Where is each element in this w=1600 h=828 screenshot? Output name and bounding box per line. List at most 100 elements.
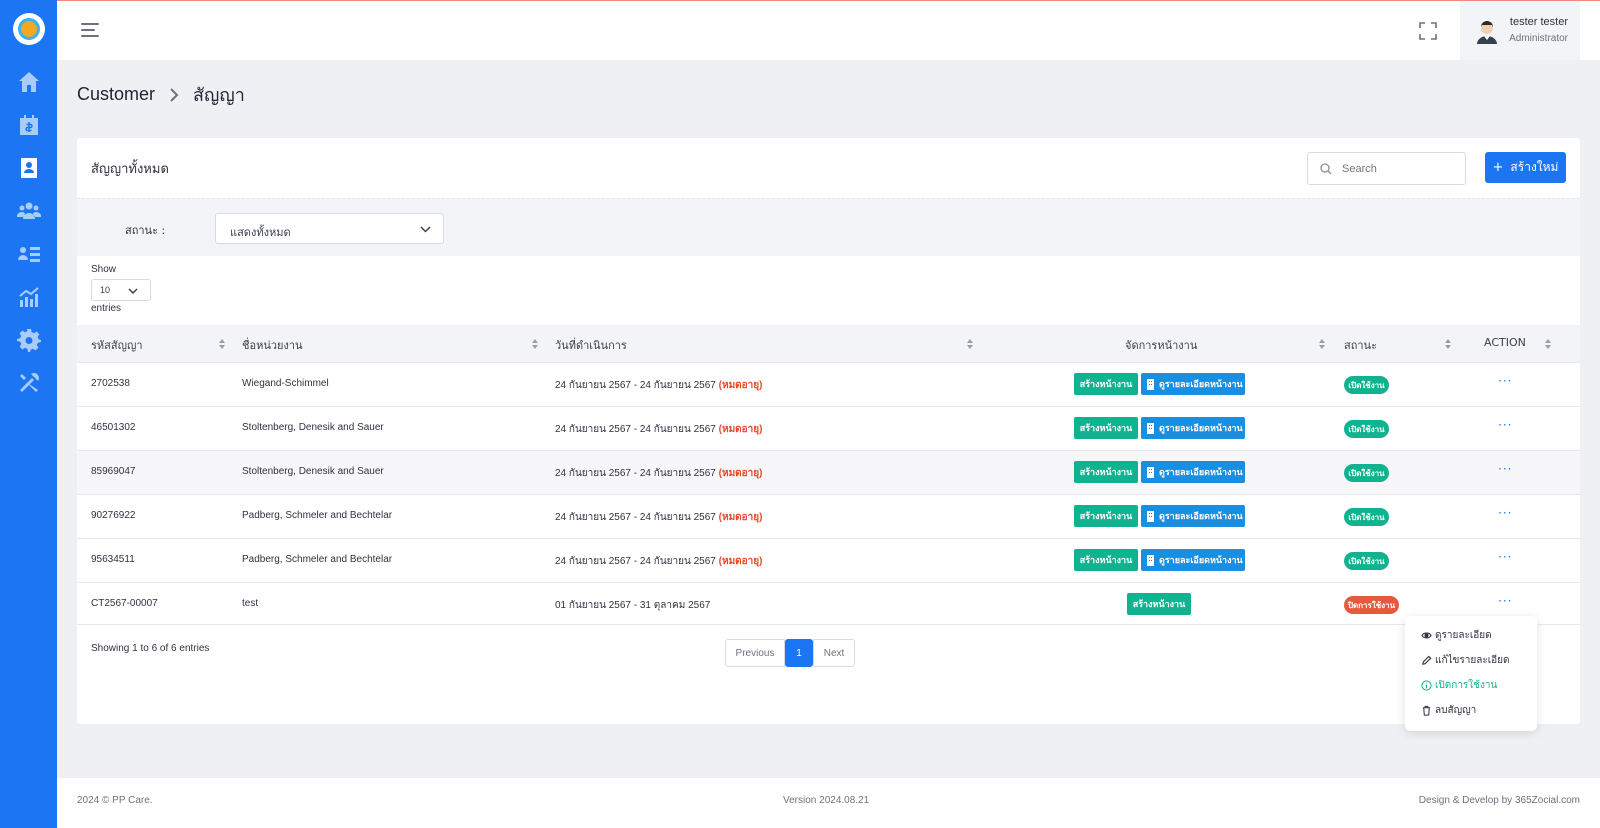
sidebar [0,0,57,828]
user-list-icon[interactable] [0,232,57,275]
page-size-select[interactable]: 10 [91,279,151,301]
table-header: รหัสสัญญา ชื่อหน่วยงาน วันที่ดำเนินการ จ… [77,325,1580,362]
view-page-details-button[interactable]: ดูรายละเอียดหน้างาน [1141,505,1245,527]
contract-code: 90276922 [91,510,136,521]
eye-icon [1421,632,1432,639]
column-header-code[interactable]: รหัสสัญญา [91,336,143,354]
entries-info: Showing 1 to 6 of 6 entries [91,643,210,654]
gear-icon[interactable] [0,318,57,361]
expired-label: (หมดอายุ) [718,424,763,435]
breadcrumb-current: สัญญา [193,85,245,105]
more-actions-icon[interactable]: ··· [1498,594,1512,608]
menu-enable[interactable]: เปิดการใช้งาน [1421,678,1497,693]
menu-toggle-icon[interactable] [81,23,99,39]
view-page-details-button[interactable]: ดูรายละเอียดหน้างาน [1141,461,1245,483]
status-filter-select[interactable]: แสดงทั้งหมด [215,213,444,244]
view-page-details-button[interactable]: ดูรายละเอียดหน้างาน [1141,373,1245,395]
pagination: Previous 1 Next [725,639,855,667]
sort-icon[interactable] [532,339,538,349]
home-icon[interactable] [0,60,57,103]
status-badge: เปิดใช้งาน [1344,420,1389,438]
sort-icon[interactable] [219,339,225,349]
create-page-button[interactable]: สร้างหน้างาน [1074,417,1138,439]
breadcrumb: Customer สัญญา [77,80,245,109]
search-input[interactable] [1342,162,1452,175]
create-page-button[interactable]: สร้างหน้างาน [1074,549,1138,571]
fullscreen-icon[interactable] [1419,22,1437,40]
credit: Design & Develop by 365Zocial.com [1418,795,1580,806]
sort-icon[interactable] [1445,339,1451,349]
sort-icon[interactable] [967,339,973,349]
sort-icon[interactable] [1319,339,1325,349]
previous-page-button[interactable]: Previous [725,639,785,667]
more-actions-icon[interactable]: ··· [1498,550,1512,564]
column-header-dates[interactable]: วันที่ดำเนินการ [555,336,627,354]
contract-code: 95634511 [91,554,135,565]
date-range: 24 กันยายน 2567 - 24 กันยายน 2567 (หมดอา… [555,556,763,567]
breadcrumb-customer[interactable]: Customer [77,84,155,105]
contact-book-icon[interactable] [0,146,57,189]
building-icon [1147,554,1154,566]
menu-view-details[interactable]: ดูรายละเอียด [1421,628,1492,643]
create-page-button[interactable]: สร้างหน้างาน [1127,593,1191,615]
view-page-details-button[interactable]: ดูรายละเอียดหน้างาน [1141,417,1245,439]
chevron-right-icon [170,87,179,102]
status-badge: เปิดใช้งาน [1344,552,1389,570]
plus-icon: + [1492,160,1504,175]
create-page-button[interactable]: สร้างหน้างาน [1074,373,1138,395]
create-new-label: สร้างใหม่ [1510,160,1559,174]
table-row: 2702538 Wiegand-Schimmel 24 กันยายน 2567… [77,362,1580,406]
menu-edit-details[interactable]: แก้ไขรายละเอียด [1421,653,1510,668]
status-filter-label: สถานะ : [125,224,166,237]
table-row: 95634511 Padberg, Schmeler and Bechtelar… [77,538,1580,582]
entries-label: entries [91,303,122,314]
app-logo[interactable] [12,13,45,45]
contract-code: 46501302 [91,422,136,433]
contract-code: 2702538 [91,378,130,389]
next-page-button[interactable]: Next [813,639,855,667]
user-menu[interactable]: tester tester Administrator [1460,1,1580,60]
column-header-manage[interactable]: จัดการหน้างาน [1125,336,1197,354]
more-actions-icon[interactable]: ··· [1498,374,1512,388]
tools-icon[interactable] [0,361,57,404]
table-row: CT2567-00007 test 01 กันยายน 2567 - 31 ต… [77,582,1580,625]
more-actions-icon[interactable]: ··· [1498,418,1512,432]
more-actions-icon[interactable]: ··· [1498,462,1512,476]
building-icon [1147,466,1154,478]
status-filter-value: แสดงทั้งหมด [230,226,291,239]
expired-label: (หมดอายุ) [718,468,763,479]
page-size-value: 10 [100,285,111,295]
copyright: 2024 © PP Care. [77,795,153,806]
more-actions-icon[interactable]: ··· [1498,506,1512,520]
create-new-button[interactable]: + สร้างใหม่ [1485,152,1566,183]
date-range: 01 กันยายน 2567 - 31 ตุลาคม 2567 [555,600,711,611]
agency-name: Wiegand-Schimmel [242,378,329,389]
create-page-button[interactable]: สร้างหน้างาน [1074,461,1138,483]
agency-name: Stoltenberg, Denesik and Sauer [242,466,384,477]
expired-label: (หมดอายุ) [718,556,763,567]
pencil-icon [1422,655,1432,665]
trash-icon [1422,705,1431,716]
page-1-button[interactable]: 1 [785,639,813,667]
column-header-agency[interactable]: ชื่อหน่วยงาน [242,336,303,354]
calendar-dollar-icon[interactable] [0,103,57,146]
status-badge: เปิดใช้งาน [1344,464,1389,482]
chart-growth-icon[interactable] [0,275,57,318]
show-label: Show [91,264,117,275]
date-range: 24 กันยายน 2567 - 24 กันยายน 2567 (หมดอา… [555,468,763,479]
chevron-down-icon [128,288,138,295]
user-role: Administrator [1509,33,1568,44]
agency-name: Padberg, Schmeler and Bechtelar [242,510,393,521]
building-icon [1147,378,1154,390]
view-page-details-button[interactable]: ดูรายละเอียดหน้างาน [1141,549,1245,571]
sort-icon[interactable] [1545,339,1551,349]
card-title: สัญญาทั้งหมด [91,162,169,177]
contracts-card: สัญญาทั้งหมด + สร้างใหม่ สถานะ : แสดงทั้… [77,138,1580,724]
create-page-button[interactable]: สร้างหน้างาน [1074,505,1138,527]
column-header-status[interactable]: สถานะ [1344,336,1377,354]
menu-delete[interactable]: ลบสัญญา [1421,703,1476,718]
contract-code: CT2567-00007 [91,598,158,609]
row-actions-menu: ดูรายละเอียด แก้ไขรายละเอียด เปิดการใช้ง… [1405,616,1537,731]
search-box[interactable] [1307,152,1466,185]
group-users-icon[interactable] [0,189,57,232]
